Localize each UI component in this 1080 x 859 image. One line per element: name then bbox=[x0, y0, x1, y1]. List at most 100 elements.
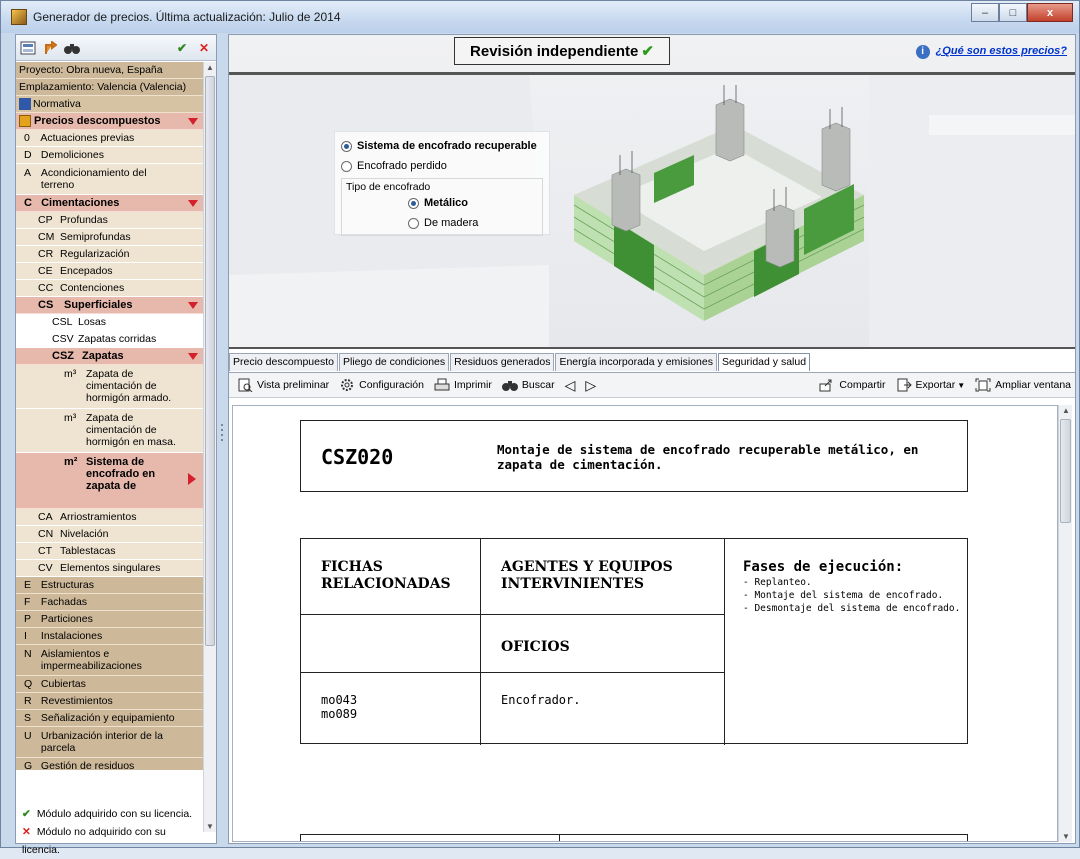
tree-item-csl[interactable]: CSL Losas bbox=[16, 314, 204, 331]
tree-item-csv[interactable]: CSV Zapatas corridas bbox=[16, 331, 204, 348]
exportar-label: Exportar bbox=[915, 379, 956, 391]
close-x-icon[interactable]: ✕ bbox=[196, 41, 212, 55]
tree-item-0[interactable]: 0 Actuaciones previas bbox=[16, 130, 204, 147]
tree-scroll-thumb[interactable] bbox=[205, 76, 215, 646]
tree-item-cn[interactable]: CN Nivelación bbox=[16, 526, 204, 543]
tree-item-cp[interactable]: CP Profundas bbox=[16, 212, 204, 229]
tree-item-cr[interactable]: CR Regularización bbox=[16, 246, 204, 263]
tab-energia-incorporada[interactable]: Energía incorporada y emisiones bbox=[555, 353, 717, 371]
tree-item-sistema-encofrado[interactable]: m² Sistema de encofrado en zapata de bbox=[16, 453, 204, 509]
tree-item-zapata-armado[interactable]: m³ Zapata de cimentación de hormigón arma… bbox=[16, 365, 204, 409]
tree-item-n[interactable]: N Aislamientos e impermeabilizaciones bbox=[16, 645, 204, 676]
radio-metalico-dot[interactable] bbox=[408, 197, 419, 209]
export-icon bbox=[896, 378, 912, 392]
exportar-button[interactable]: Exportar ▼ bbox=[896, 378, 965, 392]
tree-item-r[interactable]: R Revestimientos bbox=[16, 693, 204, 710]
tree-item-s[interactable]: S Señalización y equipamiento bbox=[16, 710, 204, 727]
close-button[interactable]: x bbox=[1027, 3, 1073, 22]
item-code: U bbox=[24, 730, 32, 742]
tree-item-cm[interactable]: CM Semiprofundas bbox=[16, 229, 204, 246]
location-row[interactable]: Emplazamiento: Valencia (Valencia) bbox=[16, 79, 204, 96]
radio-metalico[interactable]: Metálico bbox=[346, 193, 538, 213]
item-label: Acondicionamiento del terreno bbox=[40, 167, 147, 191]
buscar-button[interactable]: Buscar bbox=[501, 378, 555, 392]
minimize-button[interactable]: – bbox=[971, 3, 999, 22]
tree-item-zapata-masa[interactable]: m³ Zapata de cimentación de hormigón en m… bbox=[16, 409, 204, 453]
radio-perdido-dot[interactable] bbox=[341, 160, 352, 172]
imprimir-button[interactable]: Imprimir bbox=[434, 378, 492, 392]
tab-pliego-condiciones[interactable]: Pliego de condiciones bbox=[338, 353, 450, 371]
tab-residuos-generados[interactable]: Residuos generados bbox=[450, 353, 555, 371]
item-code-heading: CSZ020 bbox=[321, 445, 394, 469]
fichas-header: FICHAS RELACIONADAS bbox=[321, 559, 451, 592]
scroll-down-icon[interactable]: ▼ bbox=[206, 822, 214, 831]
tree-item-q[interactable]: Q Cubiertas bbox=[16, 676, 204, 693]
item-code: A bbox=[24, 167, 32, 179]
project-row[interactable]: Proyecto: Obra nueva, España bbox=[16, 62, 204, 79]
tree-item-ct[interactable]: CT Tablestacas bbox=[16, 543, 204, 560]
radio-madera[interactable]: De madera bbox=[346, 213, 538, 233]
binoculars-icon[interactable] bbox=[64, 41, 80, 55]
document-scroll-thumb[interactable] bbox=[1060, 419, 1071, 523]
panel-splitter[interactable] bbox=[219, 421, 225, 451]
imprimir-label: Imprimir bbox=[453, 379, 492, 391]
prev-button[interactable]: ◁ bbox=[565, 377, 576, 394]
next-button[interactable]: ▷ bbox=[585, 377, 596, 394]
collapse-arrow-icon[interactable] bbox=[188, 200, 198, 207]
tree-item-superficiales[interactable]: CS Superficiales bbox=[16, 297, 204, 314]
tree-item-cimentaciones[interactable]: C Cimentaciones bbox=[16, 195, 204, 212]
tree-item-i[interactable]: I Instalaciones bbox=[16, 628, 204, 645]
tab-precio-descompuesto[interactable]: Precio descompuesto bbox=[229, 353, 338, 371]
scroll-down-icon[interactable]: ▼ bbox=[1062, 832, 1070, 841]
tree-scrollbar[interactable]: ▲ ▼ bbox=[203, 62, 216, 832]
item-code: CSV bbox=[52, 333, 74, 345]
item-code: P bbox=[24, 613, 32, 625]
share-icon bbox=[819, 378, 835, 392]
tree-item-zapatas[interactable]: CSZ Zapatas bbox=[16, 348, 204, 365]
tree-item-cv[interactable]: CV Elementos singulares bbox=[16, 560, 204, 577]
radio-recuperable-dot[interactable] bbox=[341, 140, 352, 152]
vista-preliminar-button[interactable]: Vista preliminar bbox=[237, 378, 329, 393]
item-code: F bbox=[24, 596, 31, 608]
red-x-icon: ✕ bbox=[22, 826, 31, 838]
precios-row[interactable]: Precios descompuestos bbox=[16, 113, 204, 130]
tipo-encofrado-group: Tipo de encofrado Metálico De madera bbox=[341, 178, 543, 236]
ampliar-ventana-button[interactable]: Ampliar ventana bbox=[975, 378, 1071, 392]
compartir-button[interactable]: Compartir bbox=[819, 378, 886, 392]
que-son-link[interactable]: i ¿Qué son estos precios? bbox=[915, 45, 1067, 59]
item-label: Sistema de encofrado en zapata de bbox=[86, 456, 156, 492]
collapse-arrow-icon[interactable] bbox=[188, 302, 198, 309]
tree-item-f[interactable]: F Fachadas bbox=[16, 594, 204, 611]
check-icon[interactable]: ✔ bbox=[174, 41, 190, 55]
scroll-up-icon[interactable]: ▲ bbox=[1062, 406, 1070, 415]
tree-item-u[interactable]: U Urbanización interior de la parcela bbox=[16, 727, 204, 758]
item-label: Profundas bbox=[60, 214, 108, 226]
item-code: CA bbox=[38, 511, 53, 523]
radio-recuperable[interactable]: Sistema de encofrado recuperable bbox=[341, 136, 543, 156]
tree-item-cc[interactable]: CC Contenciones bbox=[16, 280, 204, 297]
view-icon[interactable] bbox=[20, 41, 36, 55]
tree-item-d[interactable]: D Demoliciones bbox=[16, 147, 204, 164]
maximize-button[interactable]: □ bbox=[999, 3, 1027, 22]
tree-item-ce[interactable]: CE Encepados bbox=[16, 263, 204, 280]
collapse-arrow-icon[interactable] bbox=[188, 353, 198, 360]
scroll-up-icon[interactable]: ▲ bbox=[206, 63, 214, 72]
collapse-arrow-icon[interactable] bbox=[188, 118, 198, 125]
document-scrollbar[interactable]: ▲ ▼ bbox=[1058, 405, 1072, 842]
tree-item-e[interactable]: E Estructuras bbox=[16, 577, 204, 594]
configuracion-button[interactable]: Configuración bbox=[339, 378, 424, 392]
tab-seguridad-salud[interactable]: Seguridad y salud bbox=[717, 353, 811, 371]
radio-madera-dot[interactable] bbox=[408, 217, 419, 229]
tree-item-g[interactable]: G Gestión de residuos bbox=[16, 758, 204, 770]
tree-item-p[interactable]: P Particiones bbox=[16, 611, 204, 628]
up-level-icon[interactable] bbox=[42, 40, 58, 55]
tree-item-ca[interactable]: CA Arriostramientos bbox=[16, 509, 204, 526]
item-code: 0 bbox=[24, 132, 30, 144]
license-legend: ✔ Módulo adquirido con su licencia. ✕ Módu… bbox=[16, 805, 204, 856]
normativa-row[interactable]: Normativa bbox=[16, 96, 204, 113]
tree-item-a[interactable]: A Acondicionamiento del terreno bbox=[16, 164, 204, 195]
item-label: Señalización y equipamiento bbox=[40, 712, 175, 724]
item-code: CP bbox=[38, 214, 53, 226]
app-icon bbox=[11, 9, 27, 25]
radio-perdido[interactable]: Encofrado perdido bbox=[341, 156, 543, 176]
